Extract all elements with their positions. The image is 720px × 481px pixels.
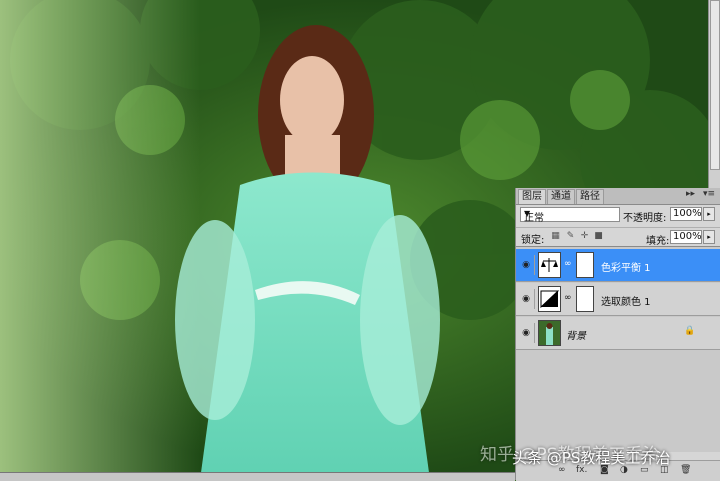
link-icon[interactable]: ∞ <box>564 293 572 303</box>
lock-all-icon[interactable]: ■ <box>594 232 603 241</box>
scrollbar-thumb[interactable] <box>710 0 720 170</box>
blend-mode-select[interactable]: 正常 ▼ <box>520 207 620 224</box>
layer-row-background[interactable]: ◉ 背景 🔒 <box>516 317 720 350</box>
lock-pixels-icon[interactable]: ✎ <box>566 232 575 241</box>
opacity-label: 不透明度: <box>623 213 667 224</box>
tab-paths[interactable]: 路径 <box>576 189 604 204</box>
layers-panel: 图层 通道 路径 ▸▸ ▾≡ 正常 ▼ 不透明度: 100% ▸ 锁定: ▦ ✎… <box>515 188 720 481</box>
layer-name[interactable]: 选取颜色 1 <box>601 293 651 308</box>
double-chevron-right-icon[interactable]: ▸▸ <box>686 189 695 199</box>
lock-position-icon[interactable]: ✛ <box>580 232 589 241</box>
layer-mask-thumbnail[interactable] <box>576 252 594 278</box>
watermark-secondary: 头条 @PS教程美工乔治 <box>512 449 671 467</box>
layer-row-color-balance[interactable]: ◉ ∞ 色彩平衡 1 <box>516 249 720 282</box>
vertical-scrollbar[interactable] <box>708 0 720 188</box>
panel-menu-icon[interactable]: ▾≡ <box>703 189 715 199</box>
opacity-stepper[interactable]: ▸ <box>703 207 715 221</box>
eye-icon[interactable]: ◉ <box>518 289 535 309</box>
panel-tabbar: 图层 通道 路径 ▸▸ ▾≡ <box>516 188 720 205</box>
fill-label: 填充: <box>646 236 670 247</box>
tab-layers[interactable]: 图层 <box>518 189 546 204</box>
tab-channels[interactable]: 通道 <box>547 189 575 204</box>
eye-icon[interactable]: ◉ <box>518 255 535 275</box>
fill-field[interactable]: 100% <box>670 230 702 244</box>
fill-stepper[interactable]: ▸ <box>703 230 715 244</box>
layer-name[interactable]: 色彩平衡 1 <box>601 259 651 274</box>
lock-transparency-icon[interactable]: ▦ <box>551 232 560 241</box>
layer-mask-thumbnail[interactable] <box>576 286 594 312</box>
eye-icon[interactable]: ◉ <box>518 323 535 343</box>
chevron-down-icon: ▼ <box>524 209 531 218</box>
trash-icon[interactable]: 🗑 <box>680 465 691 475</box>
link-icon[interactable]: ∞ <box>564 259 572 269</box>
opacity-field[interactable]: 100% <box>670 207 702 221</box>
layer-name[interactable]: 背景 <box>566 327 586 342</box>
background-thumbnail <box>538 320 561 346</box>
lock-label: 锁定: <box>521 235 545 246</box>
layer-row-selective-color[interactable]: ◉ ∞ 选取颜色 1 <box>516 283 720 316</box>
layers-list: ◉ ∞ 色彩平衡 1 ◉ ∞ 选取颜色 1 ◉ 背景 🔒 <box>516 246 720 452</box>
selective-color-icon <box>538 286 561 312</box>
color-balance-icon <box>538 252 561 278</box>
lock-icon: 🔒 <box>684 326 696 336</box>
